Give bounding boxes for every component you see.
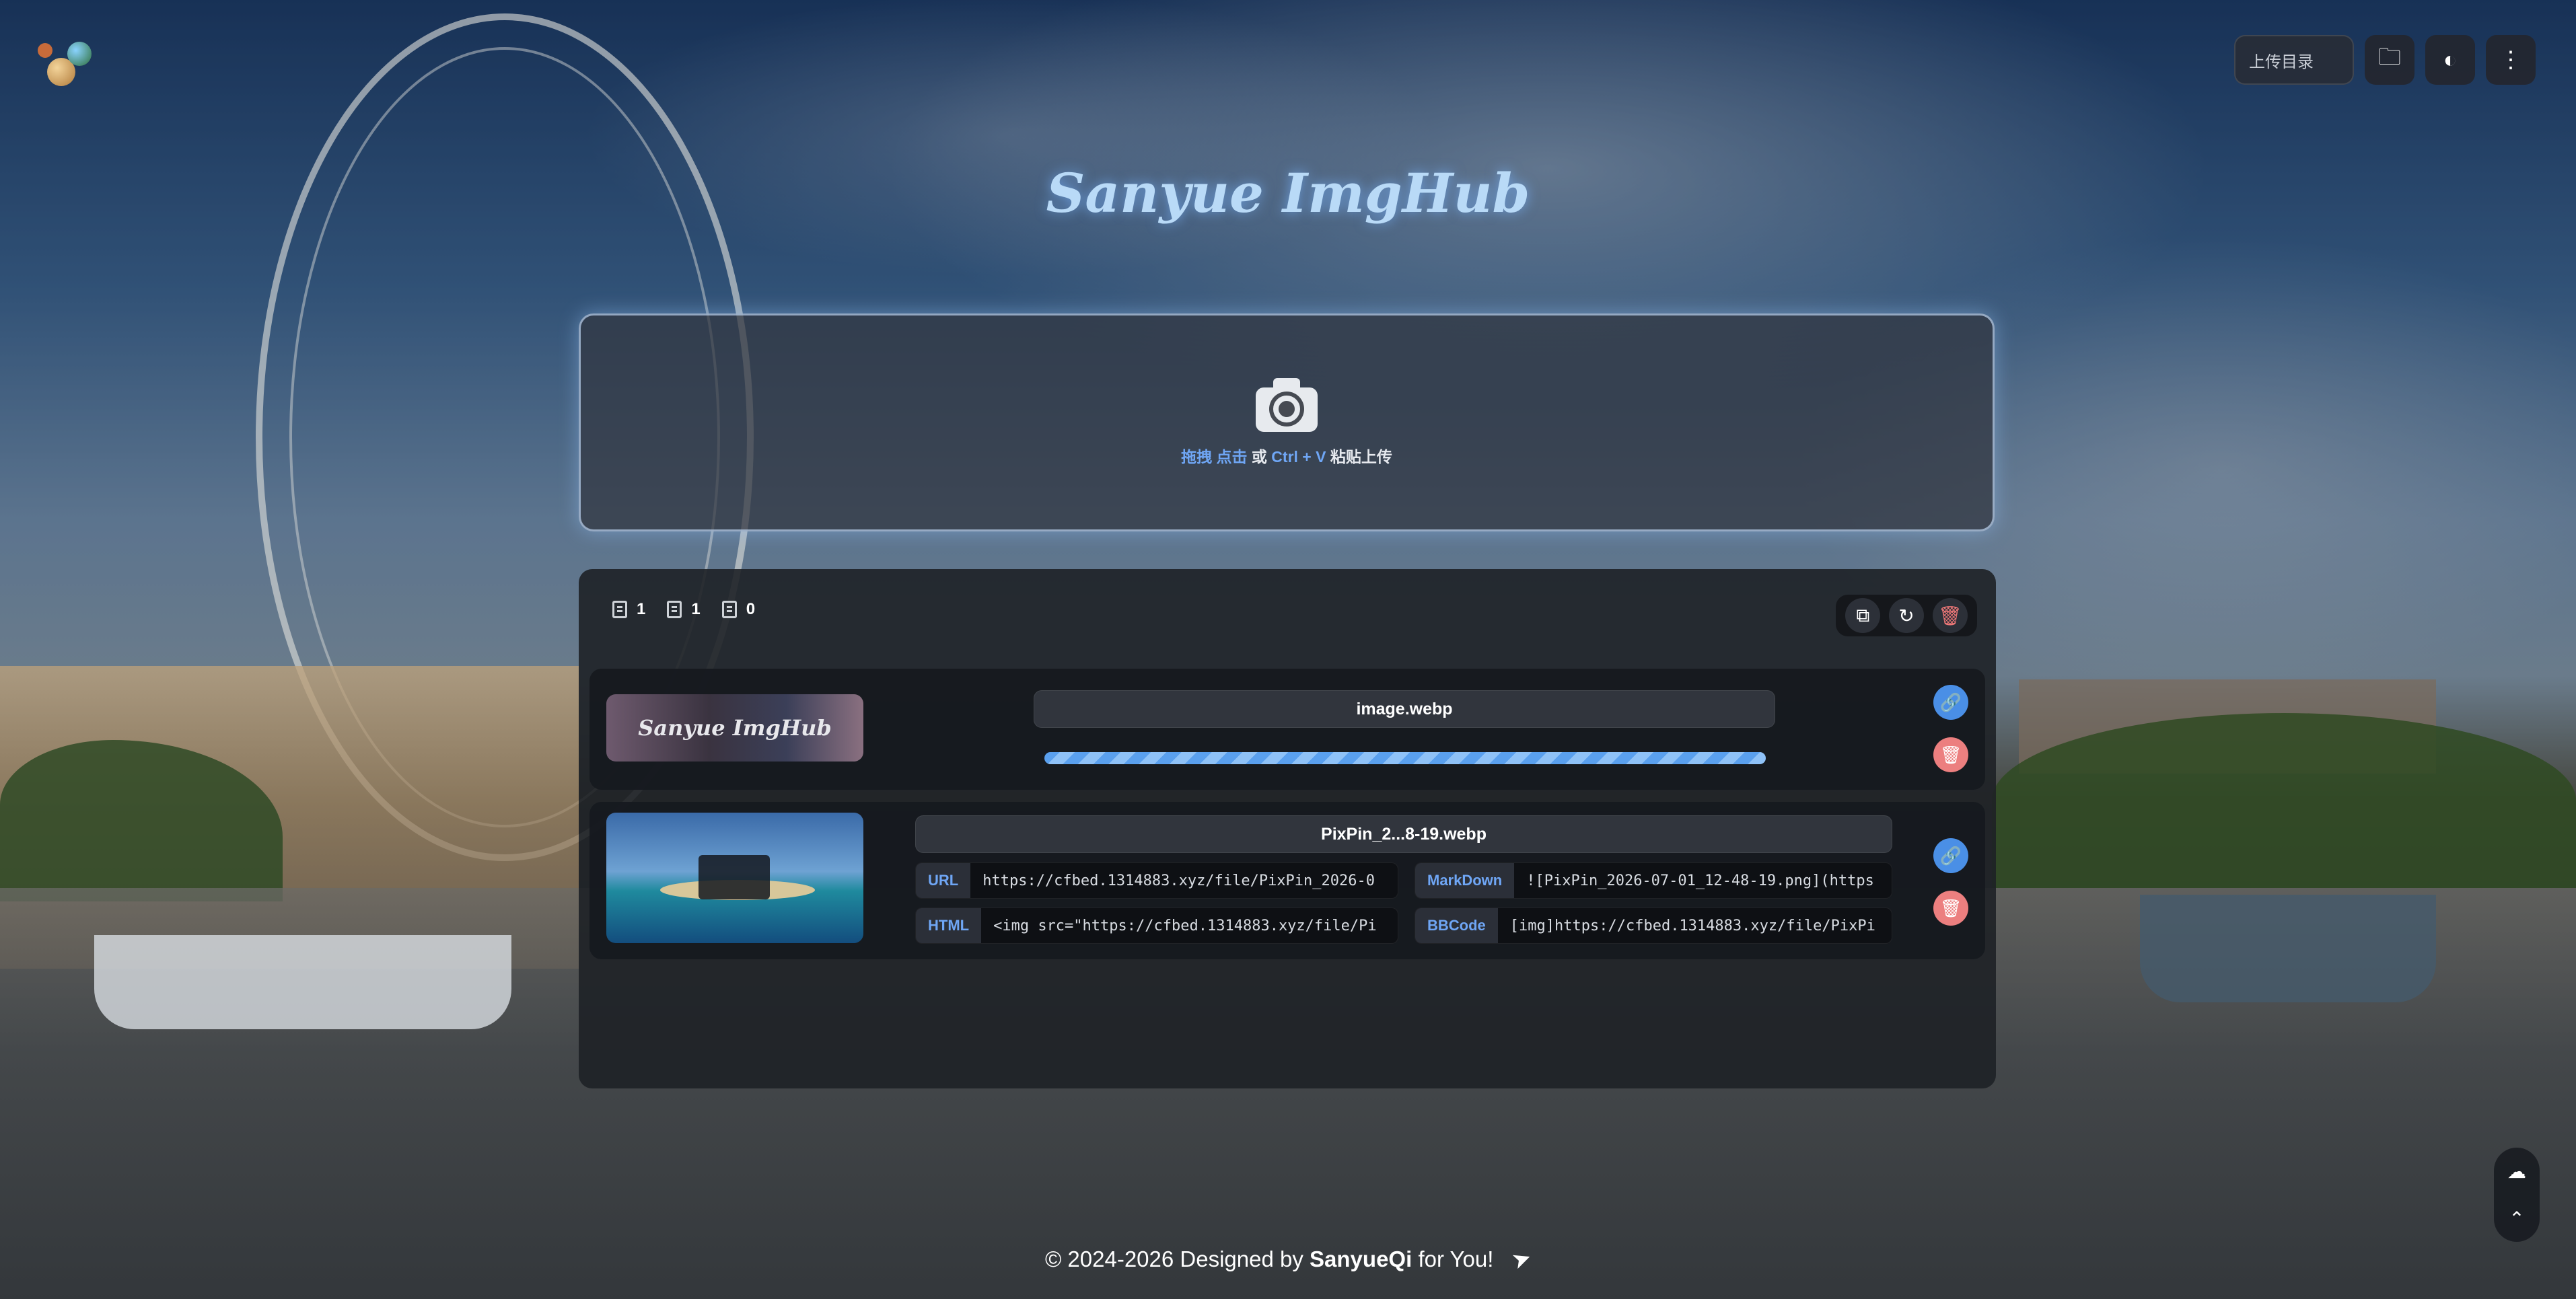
url-link-row[interactable]: URL https://cfbed.1314883.xyz/file/PixPi… <box>915 862 1398 899</box>
camera-icon <box>1256 378 1318 432</box>
copy-all-button[interactable]: ⧉ <box>1845 598 1881 633</box>
trash-icon: 🗑 <box>1939 897 1962 918</box>
upload-item: PixPin_2...8-19.webp URL https://cfbed.1… <box>589 802 1985 959</box>
paper-plane-icon[interactable]: ➤ <box>1508 1243 1535 1275</box>
markdown-value[interactable]: ![PixPin_2026-07-01_12-48-19.png](https <box>1514 873 1886 889</box>
copy-icon: ⧉ <box>1856 604 1870 626</box>
url-value[interactable]: https://cfbed.1314883.xyz/file/PixPin_20… <box>970 873 1387 889</box>
retry-button[interactable]: ↻ <box>1888 598 1924 633</box>
delete-file-button[interactable]: 🗑 <box>1933 737 1968 772</box>
planet-icon <box>67 42 92 66</box>
background-boat-right <box>2140 895 2436 1002</box>
floating-actions: ☁ ⌃ <box>2494 1148 2540 1242</box>
footer: © 2024-2026 Designed by SanyueQi for You… <box>0 1243 2576 1275</box>
file-name: PixPin_2...8-19.webp <box>915 815 1892 853</box>
upload-hint-paste: 粘贴上传 <box>1330 448 1392 466</box>
cloud-upload-icon[interactable]: ☁ <box>2507 1160 2526 1183</box>
folder-icon: 🗀 <box>2378 44 2401 70</box>
html-value[interactable]: <img src="https://cfbed.1314883.xyz/file… <box>981 918 1389 934</box>
bbcode-link-row[interactable]: BBCode [img]https://cfbed.1314883.xyz/fi… <box>1415 907 1892 944</box>
background-trees-right <box>1992 713 2576 888</box>
top-toolbar: 上传目录 🗀 ◐ ⋮ <box>2234 35 2536 85</box>
scroll-top-icon[interactable]: ⌃ <box>2509 1208 2524 1230</box>
upload-progress-bar <box>1044 752 1766 764</box>
trash-icon: 🗑 <box>1939 744 1962 765</box>
folder-button[interactable]: 🗀 <box>2365 35 2414 85</box>
failed-files-icon <box>721 601 737 618</box>
upload-item: Sanyue ImgHub image.webp 🔗 🗑 <box>589 669 1985 790</box>
copy-link-button[interactable]: 🔗 <box>1933 838 1968 873</box>
html-link-row[interactable]: HTML <img src="https://cfbed.1314883.xyz… <box>915 907 1398 944</box>
total-files-icon <box>612 601 627 618</box>
planet-icon <box>38 43 52 58</box>
success-files-icon <box>667 601 682 618</box>
upload-dropzone[interactable]: 拖拽 点击 或 Ctrl + V 粘贴上传 <box>579 313 1995 531</box>
success-count: 1 <box>691 600 701 618</box>
link-icon: 🔗 <box>1939 845 1962 866</box>
upload-hint: 拖拽 点击 或 Ctrl + V 粘贴上传 <box>1181 444 1392 467</box>
theme-toggle-button[interactable]: ◐ <box>2425 35 2475 85</box>
link-icon: 🔗 <box>1939 692 1962 712</box>
list-actions: ⧉ ↻ 🗑 <box>1836 595 1977 636</box>
file-thumbnail[interactable]: Sanyue ImgHub <box>606 694 863 762</box>
failed-count: 0 <box>746 600 756 618</box>
html-label: HTML <box>916 908 982 943</box>
upload-hint-click[interactable]: 点击 <box>1217 448 1248 466</box>
upload-hint-drag: 拖拽 <box>1181 448 1213 466</box>
bbcode-label: BBCode <box>1415 908 1498 943</box>
footer-suffix: for You! <box>1418 1247 1494 1271</box>
app-title: Sanyue ImgHub <box>1046 161 1530 225</box>
delete-file-button[interactable]: 🗑 <box>1933 891 1968 926</box>
bbcode-value[interactable]: [img]https://cfbed.1314883.xyz/file/PixP… <box>1498 918 1888 934</box>
copy-link-button[interactable]: 🔗 <box>1933 685 1968 720</box>
footer-author[interactable]: SanyueQi <box>1310 1247 1412 1271</box>
footer-prefix: © 2024-2026 Designed by <box>1044 1247 1303 1271</box>
markdown-link-row[interactable]: MarkDown ![PixPin_2026-07-01_12-48-19.pn… <box>1415 862 1892 899</box>
upload-hint-shortcut: Ctrl + V <box>1271 448 1326 466</box>
thumbnail-dialog <box>699 855 770 899</box>
markdown-label: MarkDown <box>1415 863 1515 898</box>
background-boat-left <box>94 935 511 1029</box>
file-thumbnail[interactable] <box>606 813 863 943</box>
contrast-icon: ◐ <box>2443 46 2458 73</box>
more-menu-button[interactable]: ⋮ <box>2486 35 2536 85</box>
refresh-icon: ↻ <box>1898 605 1915 626</box>
more-vertical-icon: ⋮ <box>2499 47 2522 73</box>
trash-icon: 🗑 <box>1937 605 1962 626</box>
total-count: 1 <box>637 600 646 618</box>
url-label: URL <box>916 863 971 898</box>
upload-directory-input[interactable]: 上传目录 <box>2234 35 2354 85</box>
clear-all-button[interactable]: 🗑 <box>1932 598 1968 633</box>
upload-stats: 1 1 0 <box>612 600 767 619</box>
file-name: image.webp <box>1034 690 1775 728</box>
upload-hint-or: 或 <box>1251 448 1267 466</box>
site-logo-icon[interactable] <box>35 38 96 91</box>
